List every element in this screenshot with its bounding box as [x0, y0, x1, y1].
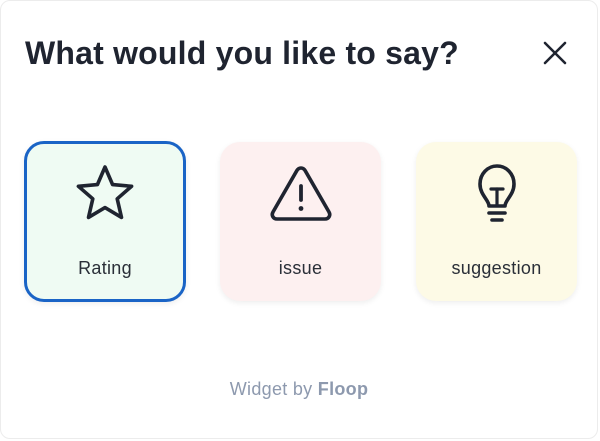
option-suggestion[interactable]: suggestion — [416, 142, 577, 301]
option-rating[interactable]: Rating — [24, 141, 186, 302]
footer-prefix: Widget by — [229, 379, 313, 399]
close-icon — [543, 41, 567, 65]
lightbulb-icon — [477, 164, 516, 222]
star-icon — [76, 165, 134, 220]
close-button[interactable] — [537, 35, 573, 71]
option-issue[interactable]: issue — [220, 142, 381, 301]
widget-title: What would you like to say? — [25, 35, 459, 71]
option-issue-label: issue — [278, 258, 323, 278]
warning-triangle-icon — [270, 166, 331, 221]
feedback-widget: What would you like to say? Rating issue — [0, 0, 598, 439]
footer-brand-link[interactable]: Floop — [318, 379, 368, 399]
widget-footer: Widget by Floop — [1, 378, 597, 400]
option-suggestion-label: suggestion — [451, 258, 542, 278]
option-rating-label: Rating — [78, 258, 132, 278]
